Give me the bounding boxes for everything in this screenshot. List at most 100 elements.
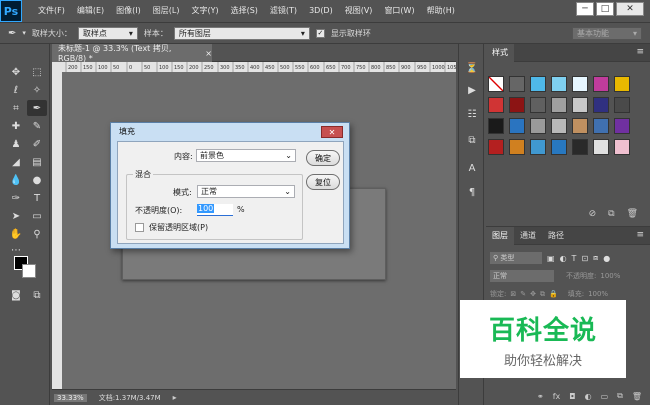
menu-select[interactable]: 选择(S) (225, 0, 264, 22)
style-swatch[interactable] (530, 139, 546, 155)
background-color-swatch[interactable] (22, 264, 36, 278)
lock-artboard-icon[interactable]: ⧉ (540, 290, 545, 299)
reset-button[interactable]: 复位 (306, 174, 340, 190)
filter-toggle-icon[interactable]: ● (603, 254, 610, 263)
document-info[interactable]: 文档:1.37M/3.47M (99, 393, 161, 403)
style-swatch[interactable] (593, 118, 609, 134)
hand-tool-icon[interactable]: ✋ (6, 226, 26, 242)
style-swatch[interactable] (509, 139, 525, 155)
character-panel-icon[interactable]: A (464, 160, 480, 176)
menu-file[interactable]: 文件(F) (32, 0, 71, 22)
style-swatch[interactable] (593, 76, 609, 92)
new-style-icon[interactable]: ⧉ (608, 209, 614, 225)
tab-paths[interactable]: 路径 (542, 227, 570, 245)
type-tool-icon[interactable]: T (27, 190, 47, 206)
close-icon[interactable]: ✕ (321, 126, 343, 138)
zoom-tool-icon[interactable]: ⚲ (27, 226, 47, 242)
lock-pixels-icon[interactable]: ⊠ (510, 290, 516, 298)
style-swatch[interactable] (551, 118, 567, 134)
magic-wand-tool-icon[interactable]: ✧ (27, 82, 47, 98)
panel-menu-icon[interactable]: ≡ (636, 230, 644, 240)
brush-tool-icon[interactable]: ✎ (27, 118, 47, 134)
new-layer-icon[interactable]: ⧉ (617, 391, 623, 401)
style-swatch[interactable] (551, 76, 567, 92)
style-swatch[interactable] (488, 139, 504, 155)
quick-mask-icon[interactable]: ◙ (6, 287, 26, 303)
lock-position-icon[interactable]: ✥ (530, 290, 536, 298)
rectangle-tool-icon[interactable]: ▭ (27, 208, 47, 224)
style-swatch[interactable] (530, 97, 546, 113)
style-swatch[interactable] (509, 118, 525, 134)
clone-source-panel-icon[interactable]: ⧉ (464, 132, 480, 148)
adjustment-layer-icon[interactable]: ◐ (585, 392, 592, 401)
move-tool-icon[interactable]: ✥ (6, 64, 26, 80)
style-swatch[interactable] (551, 97, 567, 113)
style-swatch[interactable] (488, 118, 504, 134)
mode-select[interactable]: 正常 ⌄ (197, 185, 295, 198)
type-filter-icon[interactable]: T (572, 254, 577, 263)
style-swatch[interactable] (614, 97, 630, 113)
properties-panel-icon[interactable]: ☷ (464, 106, 480, 122)
dodge-tool-icon[interactable]: ● (27, 172, 47, 188)
menu-help[interactable]: 帮助(H) (421, 0, 461, 22)
zoom-level[interactable]: 33.33% (54, 393, 87, 402)
ok-button[interactable]: 确定 (306, 150, 340, 166)
menu-image[interactable]: 图像(I) (110, 0, 147, 22)
lock-brush-icon[interactable]: ✎ (520, 290, 526, 298)
style-swatch[interactable] (551, 139, 567, 155)
layer-style-icon[interactable]: fx (553, 392, 561, 401)
delete-layer-icon[interactable]: 🗑 (632, 392, 642, 401)
blend-mode-select[interactable]: 正常 (490, 270, 554, 282)
style-swatch[interactable] (572, 76, 588, 92)
style-swatch[interactable] (530, 118, 546, 134)
style-swatch[interactable] (530, 76, 546, 92)
close-window-button[interactable]: ✕ (616, 2, 644, 16)
style-swatch[interactable] (488, 97, 504, 113)
style-swatch[interactable] (488, 76, 504, 92)
content-select[interactable]: 前景色 ⌄ (196, 149, 296, 162)
menu-filter[interactable]: 滤镜(T) (264, 0, 303, 22)
lock-all-icon[interactable]: 🔒 (549, 290, 558, 298)
chevron-right-icon[interactable]: ▸ (173, 393, 177, 402)
sample-select[interactable]: 所有图层 ▾ (173, 26, 310, 40)
menu-type[interactable]: 文字(Y) (185, 0, 224, 22)
style-swatch[interactable] (614, 76, 630, 92)
menu-3d[interactable]: 3D(D) (303, 0, 339, 22)
style-swatch[interactable] (572, 97, 588, 113)
history-brush-tool-icon[interactable]: ✐ (27, 136, 47, 152)
close-tab-icon[interactable]: × (205, 49, 212, 58)
opacity-input[interactable]: 100 (197, 204, 233, 216)
style-swatch[interactable] (593, 139, 609, 155)
layer-mask-icon[interactable]: ◘ (569, 392, 575, 401)
delete-style-icon[interactable]: 🗑 (627, 209, 638, 225)
tab-channels[interactable]: 通道 (514, 227, 542, 245)
chevron-down-icon[interactable]: ▾ (22, 29, 26, 37)
style-swatch[interactable] (593, 97, 609, 113)
menu-view[interactable]: 视图(V) (339, 0, 379, 22)
history-panel-icon[interactable]: ⏳ (464, 60, 480, 76)
style-swatch[interactable] (614, 139, 630, 155)
shape-filter-icon[interactable]: ⊡ (581, 254, 588, 263)
healing-brush-tool-icon[interactable]: ✚ (6, 118, 26, 134)
fill-value[interactable]: 100% (588, 290, 608, 298)
lasso-tool-icon[interactable]: ℓ (6, 82, 26, 98)
menu-layer[interactable]: 图层(L) (147, 0, 186, 22)
gradient-tool-icon[interactable]: ▤ (27, 154, 47, 170)
style-swatch[interactable] (509, 76, 525, 92)
actions-panel-icon[interactable]: ▶ (464, 82, 480, 98)
crop-tool-icon[interactable]: ⌗ (6, 100, 26, 116)
menu-window[interactable]: 窗口(W) (378, 0, 420, 22)
preserve-transparency-checkbox[interactable] (135, 223, 144, 232)
marquee-tool-icon[interactable]: ⬚ (27, 64, 47, 80)
eraser-tool-icon[interactable]: ◢ (6, 154, 26, 170)
style-swatch[interactable] (572, 139, 588, 155)
pixel-filter-icon[interactable]: ▣ (547, 254, 555, 263)
style-swatch[interactable] (614, 118, 630, 134)
panel-menu-icon[interactable]: ≡ (636, 47, 644, 57)
eyedropper-preset-icon[interactable]: ✒ (8, 28, 16, 39)
minimize-button[interactable]: ─ (576, 2, 594, 16)
paragraph-panel-icon[interactable]: ¶ (464, 184, 480, 200)
document-tab[interactable]: 未标题-1 @ 33.3% (Text 拷贝, RGB/8) * × (52, 44, 212, 63)
opacity-value[interactable]: 100% (600, 272, 620, 280)
pen-tool-icon[interactable]: ✑ (6, 190, 26, 206)
